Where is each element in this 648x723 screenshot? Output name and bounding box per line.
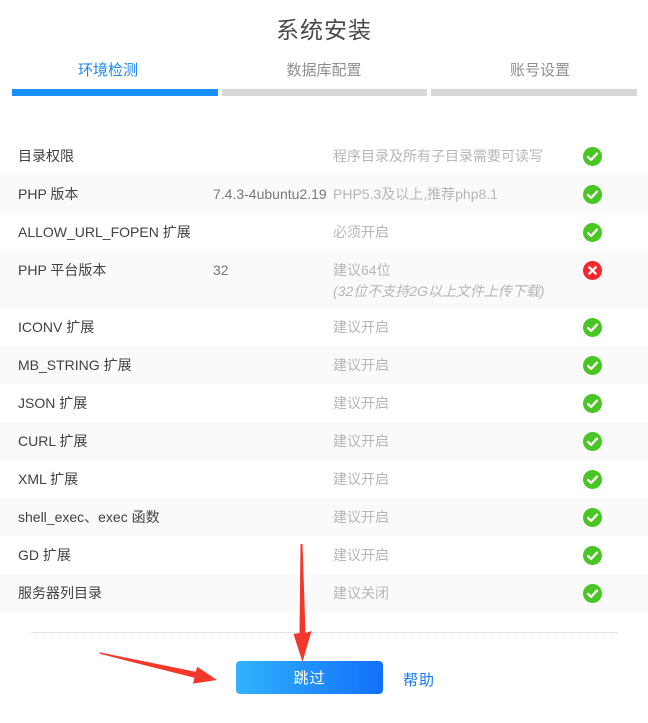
check-hint-text: 建议开启 [333,470,583,489]
check-label: PHP 平台版本 [18,261,213,280]
check-label: shell_exec、exec 函数 [18,508,213,527]
check-hint: 建议开启 [333,508,583,527]
check-row: CURL 扩展 建议开启 [0,422,648,460]
check-row: shell_exec、exec 函数 建议开启 [0,498,648,536]
pass-icon [583,185,602,204]
check-hint-text: 程序目录及所有子目录需要可读写 [333,147,583,166]
pass-icon [583,394,602,413]
check-status-cell [583,318,648,337]
check-row: PHP 版本7.4.3-4ubuntu2.19PHP5.3及以上,推荐php8.… [0,175,648,213]
check-hint: 建议开启 [333,318,583,337]
check-row: 服务器列目录 建议关闭 [0,574,648,612]
check-row: MB_STRING 扩展 建议开启 [0,346,648,384]
check-hint-text: 建议关闭 [333,584,583,603]
pass-icon [583,470,602,489]
check-hint: 程序目录及所有子目录需要可读写 [333,147,583,166]
tab-environment-check[interactable]: 环境检测 [0,61,216,80]
progress-segment-todo [222,89,428,96]
check-row: JSON 扩展 建议开启 [0,384,648,422]
check-label: ICONV 扩展 [18,318,213,337]
check-status-cell [583,432,648,451]
check-label: CURL 扩展 [18,432,213,451]
pass-icon [583,356,602,375]
footer: 跳过 帮助 [0,633,648,723]
check-label: ALLOW_URL_FOPEN 扩展 [18,223,213,242]
pass-icon [583,546,602,565]
wizard-tabs: 环境检测 数据库配置 账号设置 [0,61,648,80]
check-status-cell [583,185,648,204]
page-title: 系统安装 [0,15,648,46]
tab-account-settings[interactable]: 账号设置 [432,61,648,80]
check-status-cell [583,584,648,603]
pass-icon [583,147,602,166]
progress-segment-todo [431,89,637,96]
check-status-cell [583,147,648,166]
check-hint-text: 建议开启 [333,318,583,337]
check-label: MB_STRING 扩展 [18,356,213,375]
tab-database-config[interactable]: 数据库配置 [216,61,432,80]
check-row: 目录权限 程序目录及所有子目录需要可读写 [0,137,648,175]
check-status-cell [583,508,648,527]
check-status-cell [583,356,648,375]
check-label: PHP 版本 [18,185,213,204]
check-row: GD 扩展 建议开启 [0,536,648,574]
check-status-cell [583,470,648,489]
fail-icon [583,261,602,280]
check-hint: 必须开启 [333,223,583,242]
check-row: ALLOW_URL_FOPEN 扩展 必须开启 [0,213,648,251]
check-hint-text: 建议开启 [333,546,583,565]
check-row: PHP 平台版本32建议64位(32位不支持2G以上文件上传下载) [0,251,648,308]
skip-button[interactable]: 跳过 [236,661,383,694]
pass-icon [583,508,602,527]
check-hint-text: PHP5.3及以上,推荐php8.1 [333,185,583,204]
install-wizard-page: 系统安装 环境检测 数据库配置 账号设置 目录权限 程序目录及所有子目录需要可读写… [0,15,648,723]
check-hint-note: (32位不支持2G以上文件上传下载) [333,280,583,302]
check-label: 目录权限 [18,147,213,166]
check-label: 服务器列目录 [18,584,213,603]
check-hint: PHP5.3及以上,推荐php8.1 [333,185,583,204]
check-hint: 建议开启 [333,356,583,375]
check-value: 32 [213,261,333,280]
pass-icon [583,318,602,337]
check-hint-text: 建议开启 [333,508,583,527]
check-hint: 建议开启 [333,546,583,565]
progress-segment-done [12,89,218,96]
step-progress-bar [12,89,637,96]
check-table: 目录权限 程序目录及所有子目录需要可读写 PHP 版本7.4.3-4ubuntu2.… [0,137,648,612]
check-value: 7.4.3-4ubuntu2.19 [213,185,333,204]
check-label: JSON 扩展 [18,394,213,413]
pass-icon [583,432,602,451]
check-hint-text: 必须开启 [333,223,583,242]
check-row: XML 扩展 建议开启 [0,460,648,498]
check-hint: 建议开启 [333,470,583,489]
check-hint: 建议开启 [333,394,583,413]
check-status-cell [583,546,648,565]
check-hint-text: 建议64位 [333,261,583,280]
check-label: XML 扩展 [18,470,213,489]
check-hint-text: 建议开启 [333,356,583,375]
check-hint-text: 建议开启 [333,432,583,451]
check-status-cell [583,223,648,242]
check-label: GD 扩展 [18,546,213,565]
check-hint: 建议64位(32位不支持2G以上文件上传下载) [333,261,583,302]
check-hint-text: 建议开启 [333,394,583,413]
check-hint: 建议关闭 [333,584,583,603]
pass-icon [583,584,602,603]
check-status-cell [583,394,648,413]
check-row: ICONV 扩展 建议开启 [0,308,648,346]
check-status-cell [583,261,648,280]
check-hint: 建议开启 [333,432,583,451]
pass-icon [583,223,602,242]
help-link[interactable]: 帮助 [403,669,435,690]
